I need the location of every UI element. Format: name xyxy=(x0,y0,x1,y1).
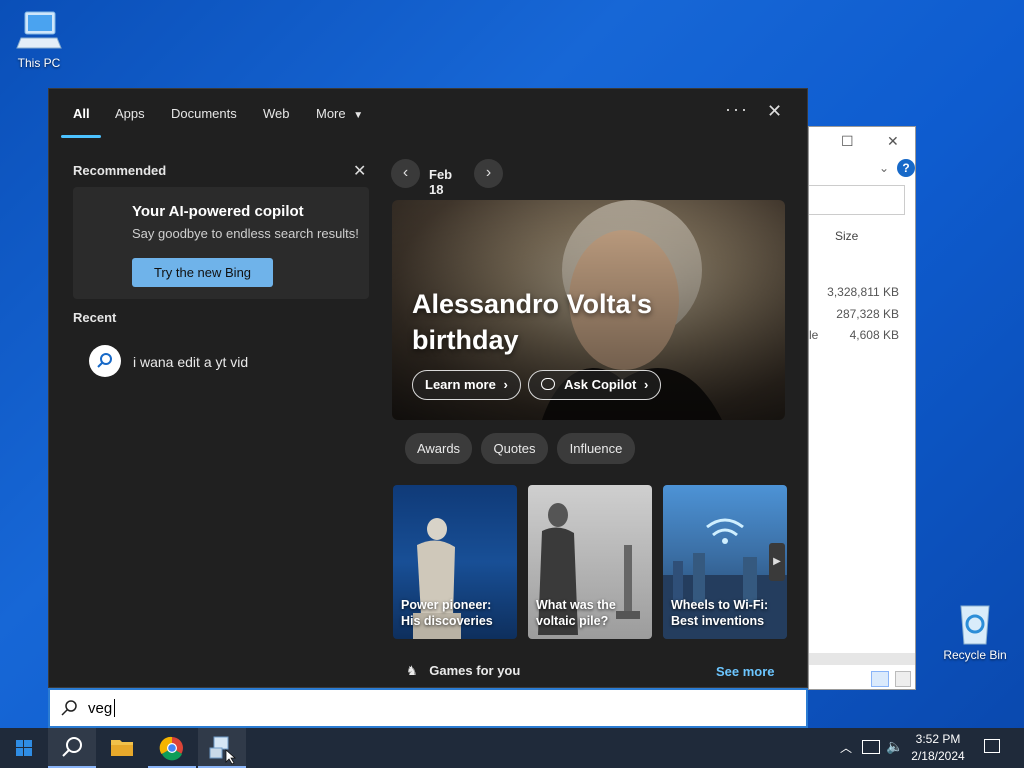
tab-all[interactable]: All xyxy=(73,106,90,121)
tab-apps[interactable]: Apps xyxy=(115,106,145,121)
learn-more-label: Learn more xyxy=(425,377,496,392)
maximize-icon[interactable]: ☐ xyxy=(841,133,854,150)
article-card[interactable]: What was the voltaic pile? xyxy=(528,485,652,639)
file-size-cell: 4,608 KB xyxy=(849,328,899,342)
close-icon[interactable]: ✕ xyxy=(767,101,782,122)
chevron-right-icon: › xyxy=(503,377,508,392)
start-button[interactable] xyxy=(0,728,48,768)
file-explorer-taskbar-button[interactable] xyxy=(98,728,146,768)
chat-bubble-icon xyxy=(541,378,555,390)
card-title: Power pioneer: His discoveries xyxy=(401,598,493,628)
search-field[interactable] xyxy=(809,185,905,215)
chrome-icon xyxy=(159,736,183,761)
recommended-title: Recommended xyxy=(73,163,167,178)
search-box[interactable]: veg xyxy=(48,688,808,728)
caret-down-icon: ▼ xyxy=(353,110,364,121)
tab-documents[interactable]: Documents xyxy=(171,106,237,121)
recent-search-text: i wana edit a yt vid xyxy=(133,354,249,370)
see-more-link[interactable]: See more xyxy=(716,664,775,679)
close-icon[interactable]: ✕ xyxy=(353,161,366,181)
more-options-icon[interactable]: ··· xyxy=(725,99,749,120)
desktop-icon-label: Recycle Bin xyxy=(943,648,1007,662)
article-card[interactable]: Power pioneer: His discoveries xyxy=(393,485,517,639)
games-section-title: ♞ Games for you xyxy=(406,663,520,679)
chip-influence[interactable]: Influence xyxy=(557,433,635,464)
list-item[interactable]: i wana edit a yt vid xyxy=(73,339,369,379)
learn-more-button[interactable]: Learn more › xyxy=(412,370,521,400)
tab-more-label: More xyxy=(316,106,346,121)
horizontal-scrollbar[interactable] xyxy=(809,653,915,665)
card-title: What was the voltaic pile? xyxy=(536,598,616,628)
taskbar: ︿ 🔈 3:52 PM 2/18/2024 xyxy=(0,728,1024,768)
column-header-size[interactable]: Size xyxy=(835,229,858,243)
tab-more[interactable]: More ▼ xyxy=(316,106,363,121)
computer-icon xyxy=(15,8,63,52)
date-label: Feb 18 xyxy=(429,167,453,197)
search-tabs: All Apps Documents Web More ▼ ··· ✕ xyxy=(49,89,807,139)
folder-icon xyxy=(111,740,133,756)
try-new-bing-button[interactable]: Try the new Bing xyxy=(132,258,273,287)
clock-time: 3:52 PM xyxy=(915,732,961,746)
ask-copilot-button[interactable]: Ask Copilot › xyxy=(528,370,662,400)
close-icon[interactable]: ✕ xyxy=(887,133,899,150)
carousel-next-icon[interactable]: ▶ xyxy=(769,543,785,581)
recycle-bin-icon xyxy=(951,600,999,645)
app-taskbar-button[interactable] xyxy=(198,728,246,768)
chevron-left-icon[interactable]: ‹ xyxy=(391,159,420,188)
chevron-down-icon[interactable]: ⌄ xyxy=(879,161,889,175)
chevron-right-icon[interactable]: › xyxy=(474,159,503,188)
active-tab-indicator xyxy=(61,135,101,138)
details-view-icon[interactable] xyxy=(871,671,889,687)
tab-web[interactable]: Web xyxy=(263,106,290,121)
clock[interactable]: 3:52 PM 2/18/2024 xyxy=(908,731,968,765)
chip-quotes[interactable]: Quotes xyxy=(481,433,548,464)
clock-date: 2/18/2024 xyxy=(911,749,965,763)
recent-title: Recent xyxy=(73,310,117,325)
file-size-cell: 287,328 KB xyxy=(836,307,899,321)
search-icon xyxy=(62,737,82,757)
desktop-icon-recycle-bin[interactable]: Recycle Bin xyxy=(940,600,1010,662)
windows-logo-icon xyxy=(16,740,32,756)
chrome-taskbar-button[interactable] xyxy=(148,728,196,768)
desktop-icon-this-pc[interactable]: This PC xyxy=(4,8,74,70)
chevron-right-icon: › xyxy=(644,377,649,392)
games-label: Games for you xyxy=(429,663,521,678)
text-cursor xyxy=(114,699,115,717)
ask-copilot-label: Ask Copilot xyxy=(564,377,637,392)
card-subtitle: Say goodbye to endless search results! xyxy=(132,226,359,241)
card-title: Wheels to Wi-Fi: Best inventions xyxy=(671,598,769,628)
notifications-icon[interactable] xyxy=(984,739,1000,753)
file-explorer-window[interactable]: ☐ ✕ ⌄ ? Size 3,328,811 KB 287,328 KB le … xyxy=(808,126,916,690)
hero-card[interactable]: Alessandro Volta's birthday Learn more ›… xyxy=(392,200,785,420)
chevron-up-icon[interactable]: ︿ xyxy=(840,739,852,756)
network-icon[interactable] xyxy=(862,740,880,754)
help-icon[interactable]: ? xyxy=(897,159,915,177)
copilot-recommendation-card: Your AI-powered copilot Say goodbye to e… xyxy=(73,187,369,299)
file-type-cell: le xyxy=(809,328,819,342)
game-controller-icon: ♞ xyxy=(406,663,418,678)
file-size-cell: 3,328,811 KB xyxy=(827,285,899,299)
network-app-icon xyxy=(209,736,237,765)
large-icons-view-icon[interactable] xyxy=(895,671,911,687)
search-icon xyxy=(89,345,121,377)
chip-awards[interactable]: Awards xyxy=(405,433,472,464)
search-input[interactable]: veg xyxy=(88,700,112,717)
volume-muted-icon[interactable]: 🔈 xyxy=(886,738,903,755)
search-taskbar-button[interactable] xyxy=(48,728,96,768)
desktop-icon-label: This PC xyxy=(17,56,61,70)
card-title: Your AI-powered copilot xyxy=(132,203,304,220)
search-panel: All Apps Documents Web More ▼ ··· ✕ Reco… xyxy=(48,88,808,688)
hero-title: Alessandro Volta's birthday xyxy=(412,289,652,355)
search-icon xyxy=(60,699,78,720)
